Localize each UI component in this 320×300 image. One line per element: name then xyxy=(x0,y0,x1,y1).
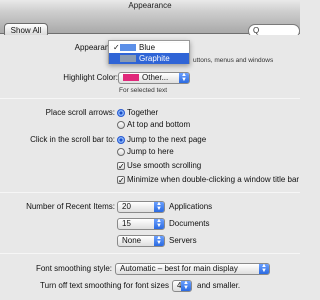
search-icon: Q xyxy=(253,26,260,35)
scroll-arrows-label: Place scroll arrows: xyxy=(45,108,115,117)
recent-servers-popup[interactable]: None ▲ ▼ xyxy=(117,235,165,247)
appearance-help-text: uttons, menus and windows xyxy=(193,57,274,64)
popup-arrows-icon: ▲ ▼ xyxy=(259,264,269,274)
menu-item-blue-label: Blue xyxy=(139,43,156,52)
recent-applications-value: 20 xyxy=(122,202,131,211)
divider xyxy=(0,98,300,99)
highlight-color-value: Other... xyxy=(142,73,169,82)
radio-jump-next-page-label: Jump to the next page xyxy=(127,135,207,144)
menu-item-graphite[interactable]: Graphite xyxy=(109,53,189,64)
recent-documents-label: Documents xyxy=(169,219,210,228)
divider xyxy=(0,253,300,254)
appearance-menu: ✓ Blue Graphite xyxy=(108,40,190,64)
highlight-color-label: Highlight Color: xyxy=(63,73,118,82)
popup-arrows-icon: ▲ ▼ xyxy=(154,219,164,229)
font-smoothing-popup[interactable]: Automatic – best for main display ▲ ▼ xyxy=(115,263,270,275)
recent-items-label: Number of Recent Items: xyxy=(26,202,115,211)
recent-servers-value: None xyxy=(122,236,142,245)
checkmark-icon: ✓ xyxy=(113,43,120,52)
toolbar: Show All Q xyxy=(0,11,300,38)
radio-jump-to-here[interactable] xyxy=(117,148,125,156)
radio-jump-to-here-label: Jump to here xyxy=(127,147,174,156)
radio-top-and-bottom[interactable] xyxy=(117,121,125,129)
menu-item-blue[interactable]: ✓ Blue xyxy=(109,42,189,53)
scroll-bar-label: Click in the scroll bar to: xyxy=(30,135,115,144)
graphite-swatch xyxy=(120,55,136,62)
recent-applications-popup[interactable]: 20 ▲ ▼ xyxy=(117,201,165,213)
radio-jump-next-page[interactable] xyxy=(117,136,125,144)
turn-off-smoothing-label: Turn off text smoothing for font sizes xyxy=(40,281,169,290)
popup-arrows-icon: ▲ ▼ xyxy=(179,73,189,83)
radio-top-and-bottom-label: At top and bottom xyxy=(127,120,191,129)
font-smoothing-value: Automatic – best for main display xyxy=(120,264,238,273)
recent-servers-label: Servers xyxy=(169,236,197,245)
popup-arrows-icon: ▲ ▼ xyxy=(154,236,164,246)
font-smoothing-label: Font smoothing style: xyxy=(35,264,112,273)
radio-together[interactable] xyxy=(117,109,125,117)
checkbox-minimize-double-click[interactable]: ✓ xyxy=(117,176,125,185)
blue-swatch xyxy=(120,44,136,51)
recent-documents-popup[interactable]: 15 ▲ ▼ xyxy=(117,218,165,230)
recent-applications-label: Applications xyxy=(169,202,213,211)
highlight-help-text: For selected text xyxy=(119,87,168,94)
preferences-pane: Appearance: uttons, menus and windows Hi… xyxy=(0,35,300,300)
highlight-swatch xyxy=(123,74,139,81)
radio-together-label: Together xyxy=(127,108,159,117)
popup-arrows-icon: ▲ ▼ xyxy=(154,202,164,212)
highlight-color-popup[interactable]: Other... ▲ ▼ xyxy=(118,72,190,84)
recent-documents-value: 15 xyxy=(122,219,131,228)
and-smaller-label: and smaller. xyxy=(197,281,241,290)
checkbox-smooth-scrolling-label: Use smooth scrolling xyxy=(127,161,202,170)
divider xyxy=(0,192,300,193)
checkbox-smooth-scrolling[interactable]: ✓ xyxy=(117,162,125,171)
popup-arrows-icon: ▲ ▼ xyxy=(181,281,191,291)
checkbox-minimize-double-click-label: Minimize when double-clicking a window t… xyxy=(127,175,300,184)
font-size-threshold-popup[interactable]: 4 ▲ ▼ xyxy=(172,280,192,292)
window-title-bar: Appearance xyxy=(0,0,300,11)
window-title: Appearance xyxy=(128,1,172,10)
menu-item-graphite-label: Graphite xyxy=(139,54,170,63)
